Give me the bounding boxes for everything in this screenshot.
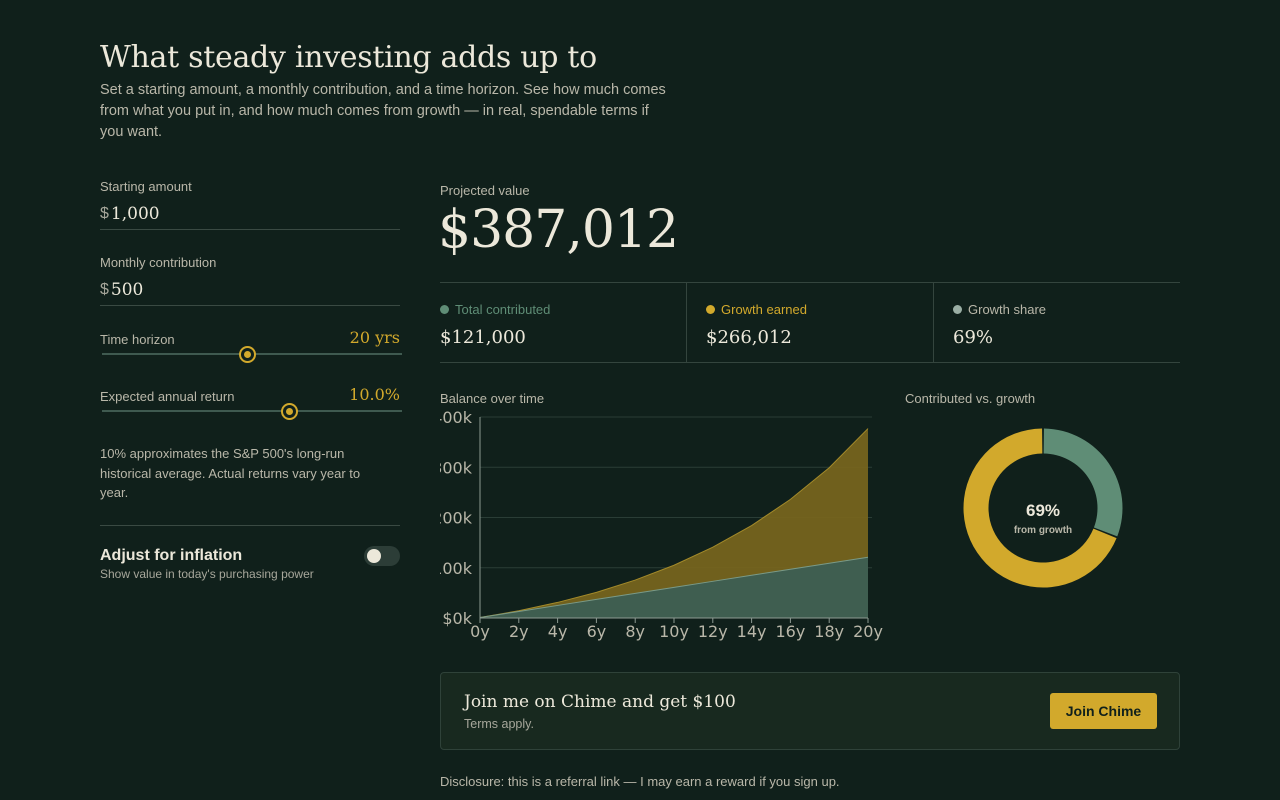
x-tick-label: 0y	[470, 622, 490, 641]
return-note: 10% approximates the S&P 500's long-run …	[100, 446, 361, 500]
stat-label-text: Growth earned	[721, 302, 807, 317]
time-horizon-slider-group: Time horizon 20 yrs	[100, 328, 402, 363]
donut-center-label: from growth	[1014, 525, 1072, 536]
toggle-knob	[367, 549, 381, 563]
annual-return-readout: 10.0%	[349, 385, 400, 404]
x-tick-label: 8y	[625, 622, 645, 641]
currency-symbol: $	[100, 280, 109, 298]
x-tick-label: 16y	[775, 622, 805, 641]
stat-value: $266,012	[706, 327, 792, 348]
divider	[100, 525, 400, 526]
stat-label: Total contributed	[440, 302, 550, 317]
annual-return-track[interactable]	[102, 410, 402, 412]
stat-label-text: Growth share	[968, 302, 1047, 317]
join-chime-button[interactable]: Join Chime	[1050, 693, 1157, 729]
referral-title: Join me on Chime and get $100	[464, 692, 736, 712]
projected-value: $387,012	[438, 200, 679, 260]
x-tick-label: 10y	[659, 622, 689, 641]
stat-label: Growth earned	[706, 302, 807, 317]
y-tick-label: $300k	[440, 458, 473, 477]
time-horizon-label: Time horizon	[100, 332, 175, 347]
inflation-subtitle: Show value in today's purchasing power	[100, 567, 314, 581]
x-tick-label: 2y	[509, 622, 529, 641]
stats-row: Total contributed $121,000 Growth earned…	[440, 282, 1180, 363]
intro-text: Set a starting amount, a monthly contrib…	[100, 82, 666, 140]
disclosure-text: Disclosure: this is a referral link — I …	[440, 774, 840, 789]
time-horizon-handle[interactable]	[239, 346, 256, 363]
donut-chart: 69% from growth	[963, 428, 1123, 588]
y-tick-label: $100k	[440, 559, 473, 578]
x-tick-label: 6y	[587, 622, 607, 641]
monthly-contribution-label: Monthly contribution	[100, 255, 217, 270]
annual-return-slider-group: Expected annual return 10.0%	[100, 385, 402, 420]
x-tick-label: 20y	[853, 622, 883, 641]
stat-total-contributed: Total contributed $121,000	[440, 283, 686, 362]
legend-dot	[953, 305, 962, 314]
donut-chart-label: Contributed vs. growth	[905, 391, 1036, 406]
time-horizon-readout: 20 yrs	[349, 328, 400, 347]
x-tick-label: 12y	[698, 622, 728, 641]
stat-growth-earned: Growth earned $266,012	[686, 283, 933, 362]
x-tick-label: 14y	[737, 622, 767, 641]
x-tick-label: 18y	[814, 622, 844, 641]
monthly-contribution-value[interactable]: 500	[111, 280, 143, 300]
referral-terms: Terms apply.	[464, 717, 534, 731]
stat-label: Growth share	[953, 302, 1046, 317]
stat-value: $121,000	[440, 327, 526, 348]
currency-symbol: $	[100, 204, 109, 222]
legend-dot	[706, 305, 715, 314]
monthly-contribution-input[interactable]: $ 500	[100, 274, 400, 306]
stat-value: 69%	[953, 327, 994, 348]
referral-card: Join me on Chime and get $100 Terms appl…	[440, 672, 1180, 750]
y-tick-label: $400k	[440, 408, 473, 427]
starting-amount-label: Starting amount	[100, 179, 192, 194]
donut-center-value: 69%	[1026, 501, 1060, 520]
y-tick-label: $200k	[440, 509, 473, 528]
inflation-toggle[interactable]	[364, 546, 400, 566]
stat-growth-share: Growth share 69%	[933, 283, 1180, 362]
starting-amount-input[interactable]: $ 1,000	[100, 198, 400, 230]
annual-return-label: Expected annual return	[100, 389, 235, 404]
annual-return-handle[interactable]	[281, 403, 298, 420]
inflation-title: Adjust for inflation	[100, 547, 243, 564]
x-tick-label: 4y	[548, 622, 568, 641]
stat-label-text: Total contributed	[455, 302, 551, 317]
projected-value-label: Projected value	[440, 183, 530, 198]
page-title: What steady investing adds up to	[100, 40, 597, 75]
contributed-slice	[1043, 428, 1123, 537]
balance-area-chart: $0k $100k $200k $300k $400k 0y 2y 4y 6y 8y 10y 12y 1…	[440, 408, 883, 641]
starting-amount-value[interactable]: 1,000	[111, 204, 160, 224]
y-tick-label: $0k	[442, 609, 472, 628]
legend-dot	[440, 305, 449, 314]
